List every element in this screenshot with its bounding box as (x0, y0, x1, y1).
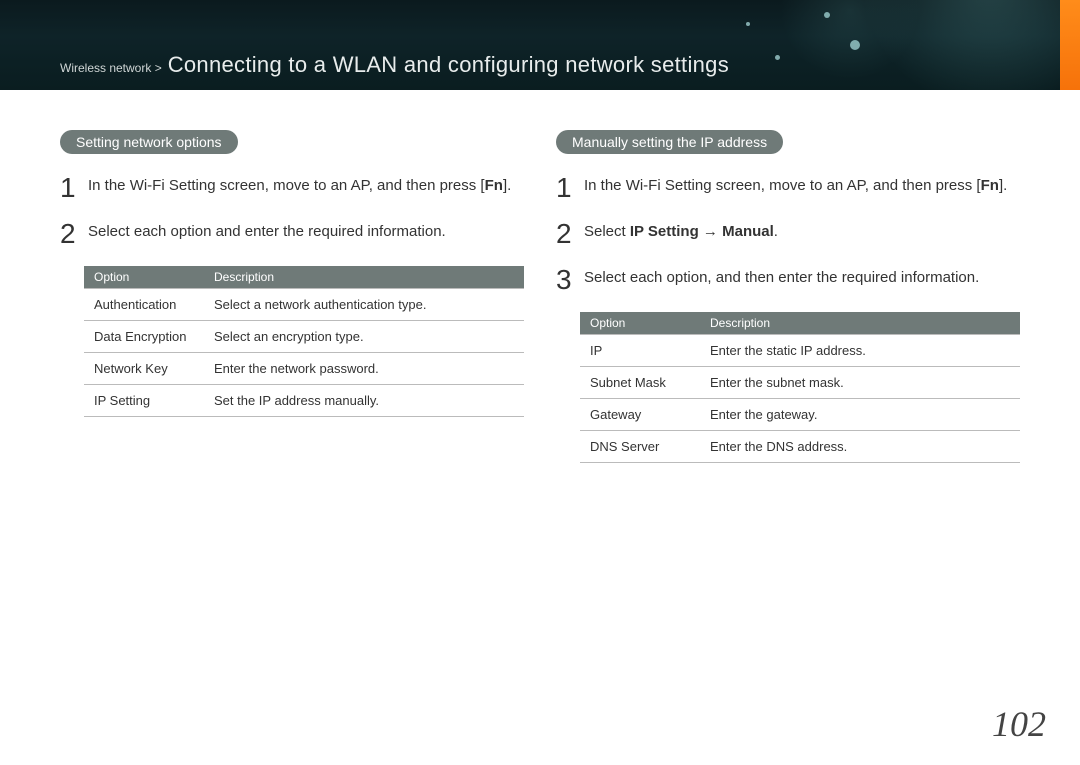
title-row: Wireless network > Connecting to a WLAN … (60, 52, 729, 78)
page-title: Connecting to a WLAN and configuring net… (168, 52, 729, 78)
right-options-table: Option Description IPEnter the static IP… (580, 312, 1020, 463)
step-number: 2 (60, 220, 76, 248)
section-heading-left: Setting network options (60, 130, 238, 154)
page-number: 102 (992, 703, 1046, 745)
table-row: AuthenticationSelect a network authentic… (84, 289, 524, 321)
right-step-1: 1 In the Wi-Fi Setting screen, move to a… (556, 174, 1020, 202)
left-step-2: 2 Select each option and enter the requi… (60, 220, 524, 248)
table-header: Option (84, 266, 204, 289)
page-body: Setting network options 1 In the Wi-Fi S… (0, 90, 1080, 463)
table-row: Network KeyEnter the network password. (84, 353, 524, 385)
table-row: DNS ServerEnter the DNS address. (580, 431, 1020, 463)
table-row: Subnet MaskEnter the subnet mask. (580, 367, 1020, 399)
table-row: IP SettingSet the IP address manually. (84, 385, 524, 417)
right-step-3: 3 Select each option, and then enter the… (556, 266, 1020, 294)
fn-key-icon: Fn (981, 177, 999, 194)
table-header: Description (700, 312, 1020, 335)
table-header: Option (580, 312, 700, 335)
table-row: Data EncryptionSelect an encryption type… (84, 321, 524, 353)
table-row: GatewayEnter the gateway. (580, 399, 1020, 431)
right-column: Manually setting the IP address 1 In the… (556, 130, 1020, 463)
right-step-2: 2 Select IP Setting → Manual. (556, 220, 1020, 248)
step-number: 2 (556, 220, 572, 248)
left-step-1: 1 In the Wi-Fi Setting screen, move to a… (60, 174, 524, 202)
step-text: Select IP Setting → Manual. (584, 220, 778, 248)
left-column: Setting network options 1 In the Wi-Fi S… (60, 130, 524, 463)
step-number: 3 (556, 266, 572, 294)
fn-key-icon: Fn (485, 177, 503, 194)
chapter-tab-icon (1060, 0, 1080, 90)
left-options-table: Option Description AuthenticationSelect … (84, 266, 524, 417)
step-number: 1 (60, 174, 76, 202)
section-heading-right: Manually setting the IP address (556, 130, 783, 154)
step-text: In the Wi-Fi Setting screen, move to an … (88, 174, 511, 202)
breadcrumb: Wireless network > (60, 61, 162, 75)
step-number: 1 (556, 174, 572, 202)
page-header: Wireless network > Connecting to a WLAN … (0, 0, 1080, 90)
table-header: Description (204, 266, 524, 289)
table-row: IPEnter the static IP address. (580, 335, 1020, 367)
step-text: Select each option, and then enter the r… (584, 266, 979, 294)
step-text: In the Wi-Fi Setting screen, move to an … (584, 174, 1007, 202)
step-text: Select each option and enter the require… (88, 220, 446, 248)
